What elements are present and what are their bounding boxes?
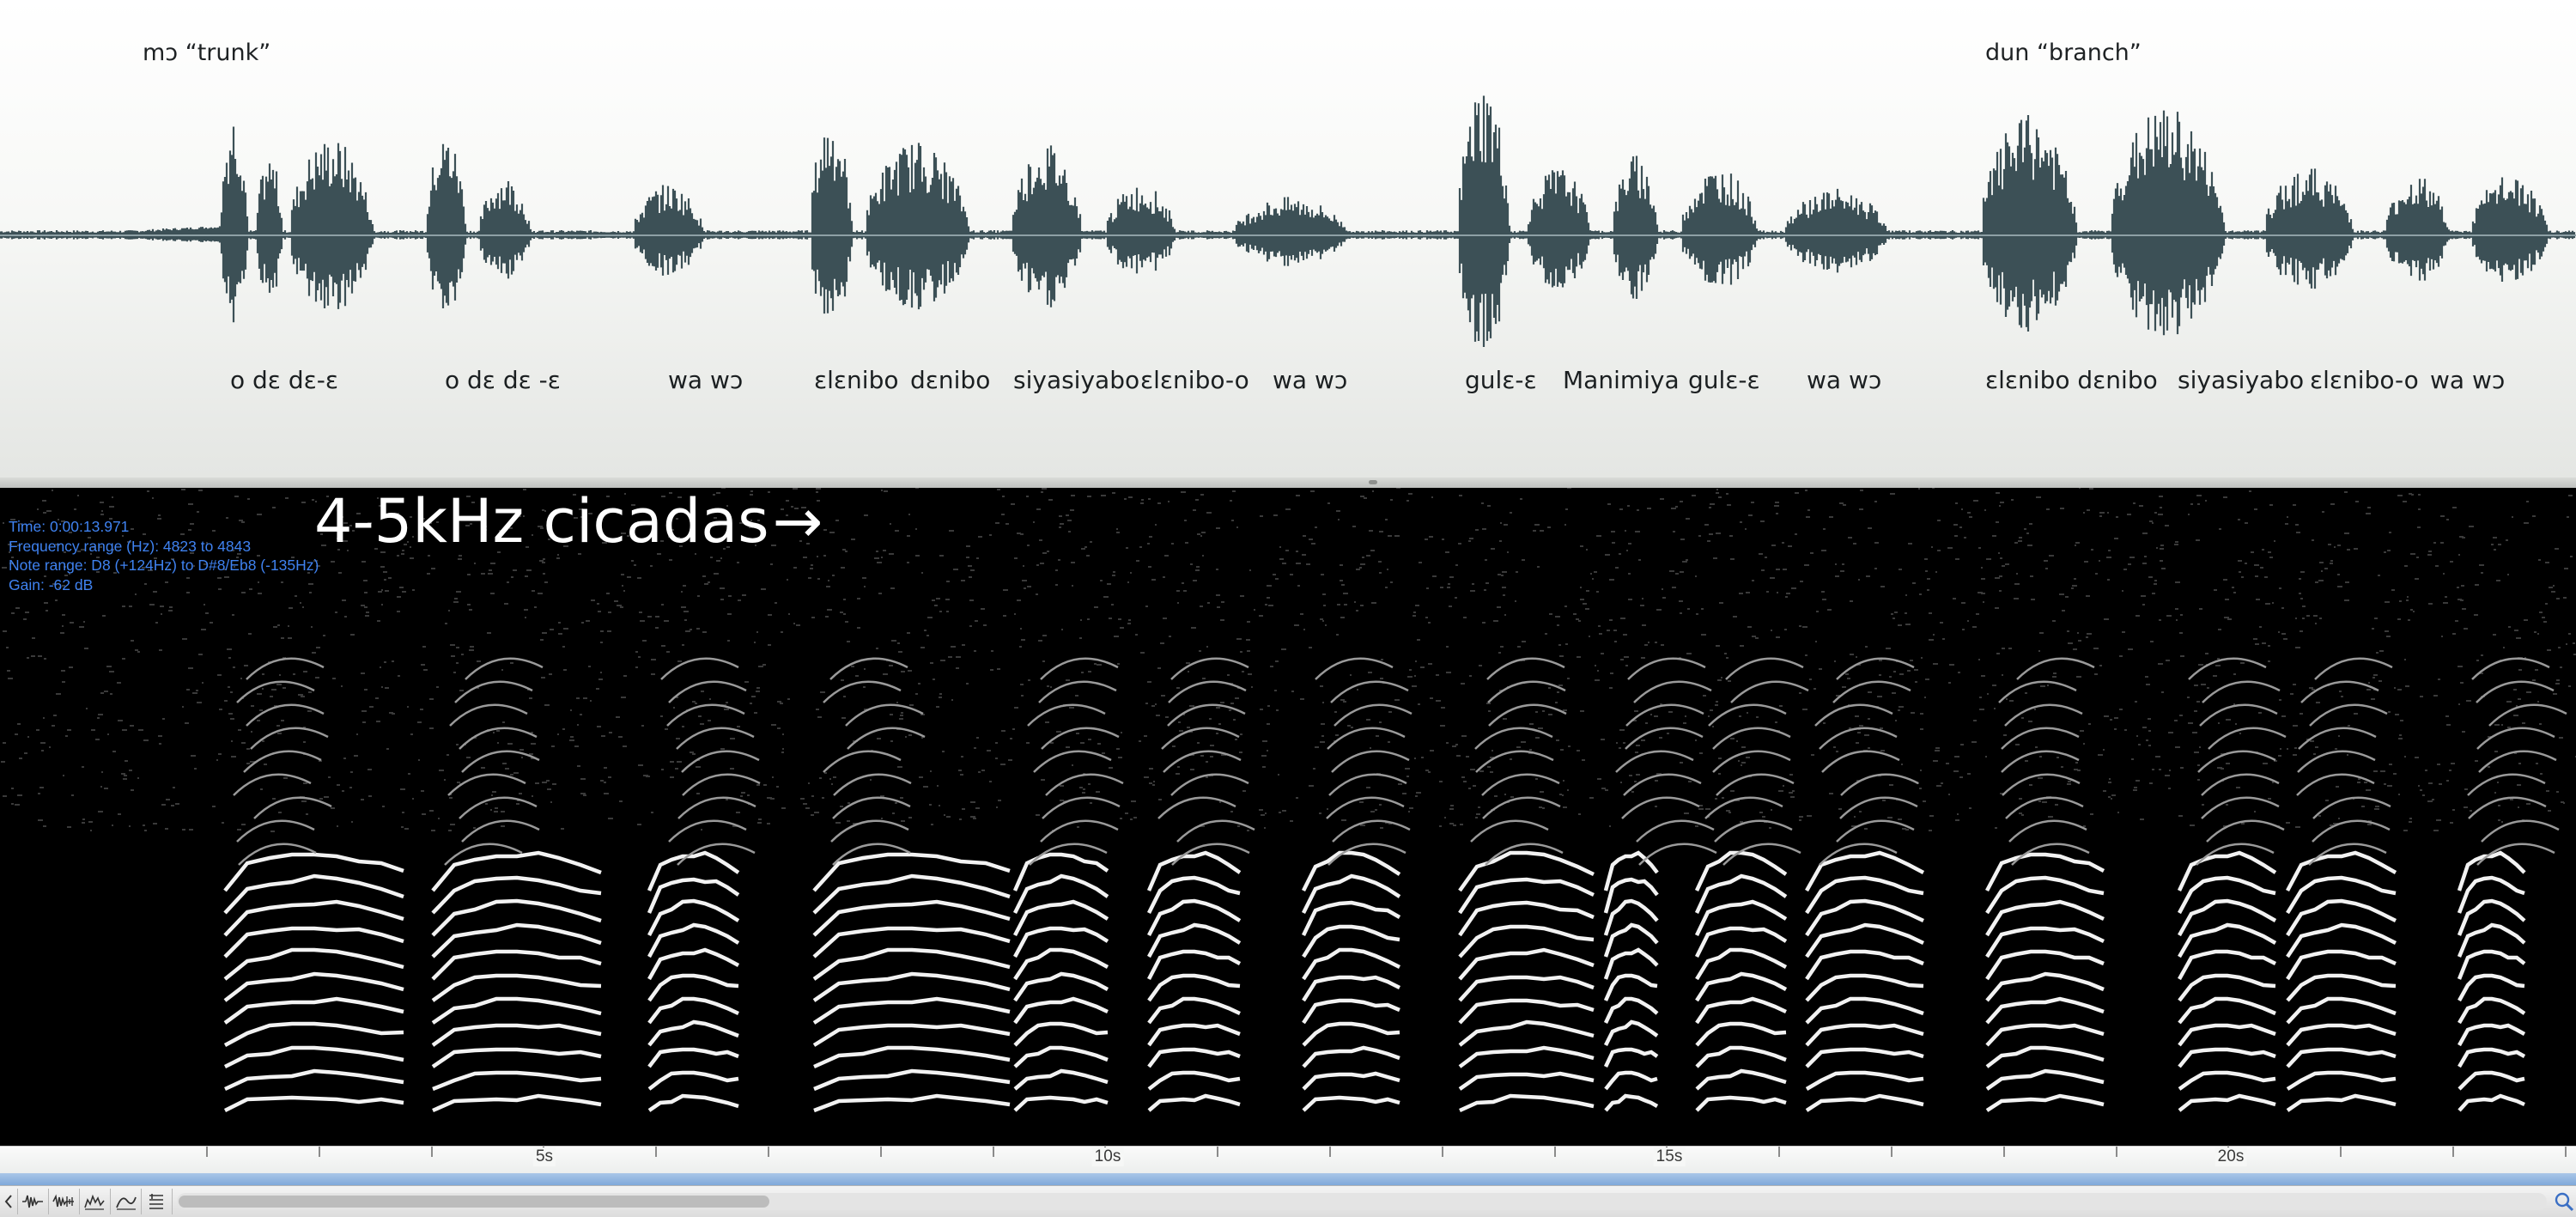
ruler-tick	[993, 1147, 994, 1157]
bottom-toolbar	[0, 1185, 2576, 1217]
word-label: Manimiya	[1563, 366, 1680, 394]
level-meter-icon[interactable]	[141, 1189, 173, 1214]
word-label: siyasiyabo	[2178, 366, 2305, 394]
word-label: dɛnibo	[910, 366, 991, 394]
waveform-plot[interactable]	[0, 0, 2576, 478]
word-label: ɛlɛnibo-o	[2310, 366, 2419, 394]
arrow-right-icon: →	[772, 488, 823, 557]
phrase-label-trunk: mɔ “trunk”	[143, 40, 271, 66]
word-label: o dɛ dɛ-ɛ	[230, 366, 338, 394]
magnifier-icon[interactable]	[2552, 1190, 2576, 1214]
word-label: gulɛ-ɛ	[1465, 366, 1537, 394]
ruler-tick	[1554, 1147, 1556, 1157]
ruler-tick	[2565, 1147, 2567, 1157]
ruler-tick	[1442, 1147, 1443, 1157]
annotation-text: 4-5kHz cicadas	[314, 488, 769, 557]
waveform-trace	[0, 95, 2576, 348]
ruler-tick	[2116, 1147, 2117, 1157]
ruler-tick	[1778, 1147, 1780, 1157]
word-label: o dɛ dɛ -ɛ	[445, 366, 561, 394]
word-label: ɛlɛnibo	[814, 366, 899, 394]
word-label: ɛlɛnibo-o	[1140, 366, 1249, 394]
ruler-tick	[2452, 1147, 2454, 1157]
cursor-readout: Time: 0:00:13.971 Frequency range (Hz): …	[9, 517, 319, 594]
ruler-tick	[768, 1147, 769, 1157]
readout-note-range: Note range: D8 (+124Hz) to D#8/Eb8 (-135…	[9, 557, 319, 574]
scrollbar-thumb[interactable]	[179, 1196, 769, 1208]
tick-label-5s: 5s	[532, 1147, 556, 1166]
spectrogram-pane[interactable]: Time: 0:00:13.971 Frequency range (Hz): …	[0, 488, 2576, 1146]
readout-frequency-range: Frequency range (Hz): 4823 to 4843	[9, 537, 252, 555]
pitch-trace-icon[interactable]	[110, 1189, 142, 1214]
spectrogram-upper-harmonics	[233, 657, 2567, 866]
word-label: wa wɔ	[1273, 366, 1348, 394]
ruler-tick	[431, 1147, 433, 1157]
ruler-tick	[1329, 1147, 1331, 1157]
tick-label-15s: 15s	[1653, 1147, 1686, 1166]
ruler-tick	[655, 1147, 657, 1157]
ruler-tick	[880, 1147, 882, 1157]
ruler-tick	[206, 1147, 208, 1157]
waveform-pane[interactable]: mɔ “trunk” dun “branch” o dɛ dɛ-ɛ o dɛ d…	[0, 0, 2576, 478]
ruler-tick	[2003, 1147, 2005, 1157]
splitter-grip-icon[interactable]	[1369, 480, 1377, 484]
horizontal-scrollbar[interactable]	[177, 1193, 2547, 1210]
pane-splitter[interactable]	[0, 478, 2576, 488]
waveform-spectrum-icon[interactable]	[48, 1189, 80, 1214]
word-label: wa wɔ	[668, 366, 744, 394]
ruler-tick	[319, 1147, 320, 1157]
tick-label-10s: 10s	[1091, 1147, 1124, 1166]
readout-time: Time: 0:00:13.971	[9, 518, 130, 535]
word-label: ɛlɛnibo dɛnibo	[1985, 366, 2158, 394]
waveform-view-icon[interactable]	[17, 1189, 49, 1214]
ruler-tick	[2340, 1147, 2342, 1157]
word-label: siyasiyabo	[1013, 366, 1140, 394]
phrase-label-branch: dun “branch”	[1985, 40, 2142, 66]
pan-left-icon[interactable]	[0, 1189, 18, 1214]
cicada-annotation: 4-5kHz cicadas→	[314, 488, 823, 557]
ruler-tick	[1891, 1147, 1893, 1157]
spectrogram-harmonics	[223, 850, 2526, 1113]
spectrogram-plot[interactable]	[0, 488, 2576, 1146]
word-label: wa wɔ	[1807, 366, 1882, 394]
ruler-tick	[1217, 1147, 1218, 1157]
selection-bar[interactable]	[0, 1173, 2576, 1185]
spectrum-view-icon[interactable]	[79, 1189, 111, 1214]
readout-gain: Gain: -62 dB	[9, 575, 94, 593]
word-label: wa wɔ	[2430, 366, 2506, 394]
tick-label-20s: 20s	[2215, 1147, 2247, 1166]
time-ruler[interactable]: 5s 10s 15s 20s	[0, 1146, 2576, 1174]
word-label: gulɛ-ɛ	[1688, 366, 1760, 394]
